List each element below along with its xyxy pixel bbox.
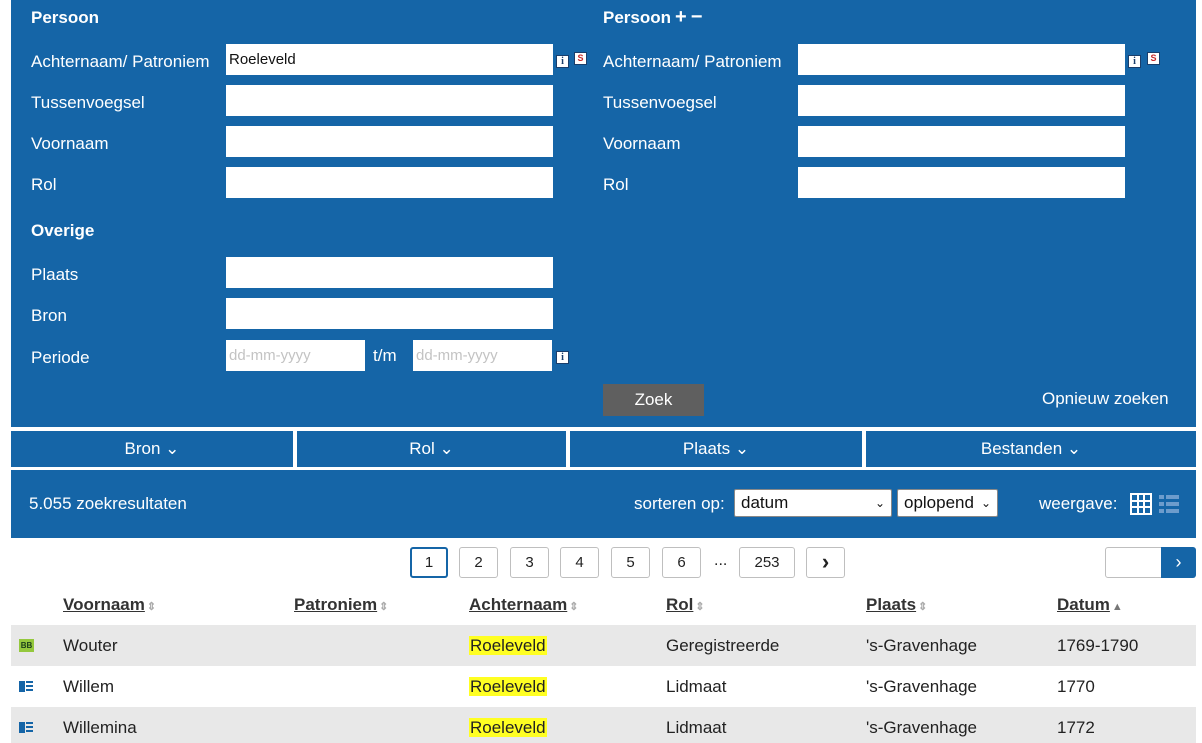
sort-select-value: datum bbox=[741, 493, 789, 512]
cell-rol: Lidmaat bbox=[666, 677, 727, 696]
cell-voornaam[interactable]: Willemina bbox=[63, 707, 137, 743]
add-person-icon[interactable]: + bbox=[675, 6, 687, 28]
order-select-value: oplopend bbox=[904, 493, 974, 512]
plaats-input[interactable] bbox=[226, 257, 553, 288]
sort-icon: ⇕ bbox=[695, 601, 705, 613]
zoek-button[interactable]: Zoek bbox=[603, 384, 704, 416]
periode-label: Periode bbox=[31, 348, 90, 367]
page-last[interactable]: 253 bbox=[739, 547, 795, 578]
cell-achternaam: Roeleveld bbox=[469, 718, 547, 737]
soundex-icon[interactable]: S bbox=[1147, 52, 1160, 65]
page-6[interactable]: 6 bbox=[662, 547, 701, 578]
periode-from-input[interactable] bbox=[226, 340, 365, 371]
tussenvoegsel-input[interactable] bbox=[226, 85, 553, 116]
achternaam-input[interactable] bbox=[226, 44, 553, 75]
cell-achternaam: Roeleveld bbox=[469, 677, 547, 696]
page-2[interactable]: 2 bbox=[459, 547, 498, 578]
results-bar bbox=[11, 470, 1196, 538]
voornaam2-label: Voornaam bbox=[603, 134, 681, 153]
col-header-rol[interactable]: Rol ⇕ bbox=[666, 595, 705, 615]
filter-tab-rol[interactable]: Rol ⌄ bbox=[297, 431, 566, 467]
cell-rol: Lidmaat bbox=[666, 718, 727, 737]
col-header-patroniem[interactable]: Patroniem ⇕ bbox=[294, 595, 388, 615]
voornaam2-input[interactable] bbox=[798, 126, 1125, 157]
soundex-icon[interactable]: S bbox=[574, 52, 587, 65]
page-3[interactable]: 3 bbox=[510, 547, 549, 578]
cell-rol: Geregistreerde bbox=[666, 636, 780, 655]
voornaam-input[interactable] bbox=[226, 126, 553, 157]
next-page-button[interactable]: › bbox=[806, 547, 845, 578]
list-view-icon[interactable] bbox=[1158, 493, 1180, 515]
goto-page-input[interactable] bbox=[1105, 547, 1163, 578]
document-icon bbox=[19, 721, 34, 734]
filter-tab-plaats[interactable]: Plaats ⌄ bbox=[570, 431, 862, 467]
tm-label: t/m bbox=[373, 346, 397, 365]
persoon2-heading-text: Persoon bbox=[603, 8, 672, 27]
sort-label: sorteren op: bbox=[634, 494, 725, 513]
results-count: 5.055 zoekresultaten bbox=[29, 494, 187, 513]
page-1[interactable]: 1 bbox=[410, 547, 448, 578]
opnieuw-zoeken-link[interactable]: Opnieuw zoeken bbox=[1042, 389, 1169, 409]
achternaam2-label: Achternaam/ Patroniem bbox=[603, 52, 782, 71]
table-row[interactable]: Willemina Roeleveld Lidmaat 's-Gravenhag… bbox=[11, 707, 1196, 743]
document-icon bbox=[19, 680, 34, 693]
remove-person-icon[interactable]: − bbox=[691, 6, 703, 28]
cell-datum: 1770 bbox=[1057, 677, 1095, 696]
cell-plaats: 's-Gravenhage bbox=[866, 718, 977, 737]
info-icon[interactable]: i bbox=[1128, 55, 1141, 68]
cell-datum: 1772 bbox=[1057, 718, 1095, 737]
overige-heading: Overige bbox=[31, 221, 95, 240]
achternaam-label: Achternaam/ Patroniem bbox=[31, 52, 210, 71]
plaats-label: Plaats bbox=[31, 265, 79, 284]
order-select[interactable]: oplopend ⌄ bbox=[897, 489, 998, 517]
chevron-right-icon: › bbox=[1175, 552, 1182, 572]
pagination-ellipsis: ... bbox=[714, 552, 728, 569]
table-row[interactable]: BB Wouter Roeleveld Geregistreerde 's-Gr… bbox=[11, 625, 1196, 666]
tussenvoegsel-label: Tussenvoegsel bbox=[31, 93, 145, 112]
sort-icon: ⇕ bbox=[918, 601, 928, 613]
chevron-down-icon: ⌄ bbox=[980, 496, 991, 510]
col-header-voornaam[interactable]: Voornaam ⇕ bbox=[63, 595, 156, 615]
cell-datum: 1769-1790 bbox=[1057, 636, 1139, 655]
view-label: weergave: bbox=[1039, 494, 1118, 513]
sort-asc-icon: ▲ bbox=[1111, 601, 1123, 613]
sort-select[interactable]: datum ⌄ bbox=[734, 489, 892, 517]
voornaam-label: Voornaam bbox=[31, 134, 109, 153]
cell-plaats: 's-Gravenhage bbox=[866, 636, 977, 655]
cell-voornaam[interactable]: Wouter bbox=[63, 625, 118, 666]
sort-icon: ⇕ bbox=[569, 601, 579, 613]
page-5[interactable]: 5 bbox=[611, 547, 650, 578]
filter-tab-bron[interactable]: Bron ⌄ bbox=[11, 431, 293, 467]
persoon-heading: Persoon bbox=[31, 8, 100, 27]
tussenvoegsel2-input[interactable] bbox=[798, 85, 1125, 116]
cell-voornaam[interactable]: Willem bbox=[63, 666, 114, 707]
persoon2-heading: Persoon + − bbox=[603, 6, 702, 29]
bron-label: Bron bbox=[31, 306, 67, 325]
rol2-input[interactable] bbox=[798, 167, 1125, 198]
rol-label: Rol bbox=[31, 175, 57, 194]
info-icon[interactable]: i bbox=[556, 55, 569, 68]
cell-achternaam: Roeleveld bbox=[469, 636, 547, 655]
rol2-label: Rol bbox=[603, 175, 629, 194]
cell-plaats: 's-Gravenhage bbox=[866, 677, 977, 696]
chevron-down-icon: ⌄ bbox=[874, 496, 885, 510]
bron-input[interactable] bbox=[226, 298, 553, 329]
periode-to-input[interactable] bbox=[413, 340, 552, 371]
goto-page-button[interactable]: › bbox=[1161, 547, 1196, 578]
table-row[interactable]: Willem Roeleveld Lidmaat 's-Gravenhage 1… bbox=[11, 666, 1196, 707]
filter-tab-bestanden[interactable]: Bestanden ⌄ bbox=[866, 431, 1196, 467]
page-4[interactable]: 4 bbox=[560, 547, 599, 578]
tussenvoegsel2-label: Tussenvoegsel bbox=[603, 93, 717, 112]
info-icon[interactable]: i bbox=[556, 351, 569, 364]
grid-view-icon[interactable] bbox=[1130, 493, 1152, 515]
col-header-achternaam[interactable]: Achternaam ⇕ bbox=[469, 595, 578, 615]
sort-icon: ⇕ bbox=[379, 601, 389, 613]
col-header-plaats[interactable]: Plaats ⇕ bbox=[866, 595, 927, 615]
sort-icon: ⇕ bbox=[146, 601, 157, 613]
col-header-datum[interactable]: Datum ▲ bbox=[1057, 595, 1123, 615]
bb-source-icon: BB bbox=[19, 639, 34, 652]
achternaam2-input[interactable] bbox=[798, 44, 1125, 75]
rol-input[interactable] bbox=[226, 167, 553, 198]
